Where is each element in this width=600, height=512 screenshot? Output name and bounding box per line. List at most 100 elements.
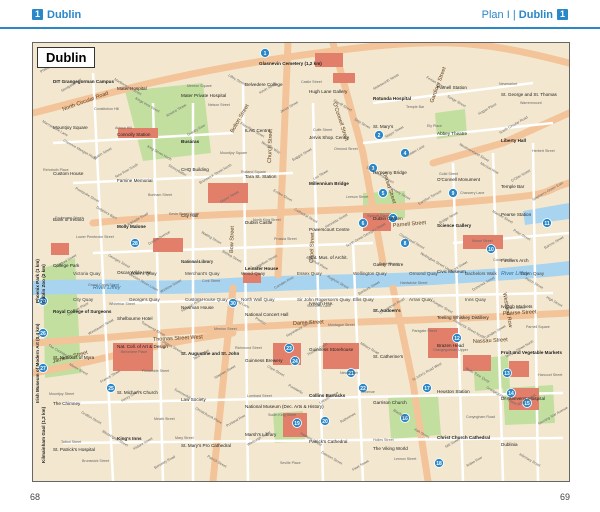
main-road-label: Bow Street bbox=[229, 226, 236, 254]
street-label: Kevin Street Upper bbox=[169, 212, 200, 216]
poi-marker-19[interactable]: 19St. Patrick's Cathedral bbox=[292, 418, 302, 428]
street-label: Ardee Street bbox=[505, 306, 525, 310]
quay-label: Essex Quay bbox=[297, 271, 322, 276]
quay-label: Ellis Quay bbox=[353, 297, 374, 302]
poi-number: 9 bbox=[452, 191, 455, 197]
poi-marker-11[interactable]: 11EPIC bbox=[542, 218, 552, 228]
place-label: The Chimney bbox=[53, 401, 81, 406]
street-label: Merrion Street bbox=[214, 327, 237, 331]
poi-number: 6 bbox=[362, 221, 365, 227]
street-label: Seville Place bbox=[280, 461, 301, 465]
poi-number: 28 bbox=[132, 241, 138, 247]
street-label: Bride Street bbox=[379, 262, 398, 266]
street-label: Steevens Lane bbox=[307, 304, 331, 308]
street-label: Grand Canal Street bbox=[88, 283, 119, 287]
street-label: Chancery Lane bbox=[460, 191, 484, 195]
quay-label: City Quay bbox=[73, 297, 94, 302]
poi-number: 1 bbox=[264, 51, 267, 57]
poi-marker-1[interactable]: 1Glasnevin Cemetery (1,2 km) bbox=[260, 48, 270, 58]
place-label: DIT Grangegorman Campus bbox=[53, 79, 114, 84]
quay-label: Eden Quay bbox=[521, 271, 545, 276]
quay-label: Wellington Quay bbox=[353, 271, 387, 276]
poi-marker-6[interactable]: 6Moore Street Market bbox=[358, 218, 368, 228]
plan-number-badge: 1 bbox=[557, 9, 568, 20]
street-label: North King Street bbox=[253, 218, 281, 222]
street-label: Rehoboth Place bbox=[43, 168, 69, 172]
edge-label: Irish Museum of Modern Art (0,4 km) bbox=[35, 323, 40, 403]
street-label: Lower Pembroke Street bbox=[76, 235, 114, 239]
quay-label: Arran Quay bbox=[409, 297, 433, 302]
edge-label: Phoenix Park (1 km) bbox=[35, 259, 40, 303]
place-label: St. Augustine and St. John bbox=[181, 351, 239, 356]
street-label: Exchequer Street bbox=[55, 216, 83, 220]
place-label: Leinster House bbox=[245, 266, 279, 271]
quay-label: North Wall Quay bbox=[241, 297, 275, 302]
poi-marker-20[interactable]: 20Marsh's Library bbox=[320, 416, 330, 426]
header-left: 1 Dublin bbox=[32, 9, 81, 21]
place-label: Jervis Shop. Centre bbox=[309, 135, 350, 140]
street-label: Harcourt Street bbox=[538, 373, 562, 377]
place-label: Temple Bar bbox=[501, 184, 525, 189]
place-label: Garrison Church bbox=[373, 400, 407, 405]
street-label: Holles Street bbox=[373, 438, 394, 442]
street-label: Cook Street bbox=[493, 258, 512, 262]
street-label: Merrion Square bbox=[187, 84, 212, 88]
place-label: Christ Church Cathedral bbox=[437, 435, 490, 440]
street-label: Ormond Street bbox=[334, 147, 358, 151]
street-label: New Street bbox=[340, 371, 358, 375]
place-label: Royal College of Surgeons bbox=[53, 309, 112, 314]
place-label: Powerscourt Centre bbox=[309, 227, 350, 232]
poi-number: 23 bbox=[286, 346, 292, 352]
place-label: O'Connell Monument bbox=[437, 177, 481, 182]
street-label: Richmond Street bbox=[235, 346, 262, 350]
street-label: Synnott Place bbox=[367, 214, 389, 218]
street-label: Guild Street bbox=[439, 172, 458, 176]
street-label: Charlemont Street bbox=[181, 260, 210, 264]
street-label: Conyngham Road bbox=[466, 415, 495, 419]
poi-marker-12[interactable]: 12Trinity College bbox=[452, 333, 462, 343]
street-label: Montague Street bbox=[328, 323, 355, 327]
place-label: Teeling Whiskey Distillery bbox=[437, 315, 490, 320]
section-title: Dublin bbox=[47, 9, 82, 21]
place-label: CHQ Building bbox=[181, 167, 209, 172]
street-label: Arbour Hill bbox=[115, 126, 132, 130]
poi-marker-2[interactable]: 2Dublin Writers Museum bbox=[374, 130, 384, 140]
poi-number: 17 bbox=[424, 386, 430, 392]
street-label: Fishamble Street bbox=[142, 369, 169, 373]
poi-marker-17[interactable]: 17Little Museum of Dublin bbox=[422, 383, 432, 393]
place-label: Nat. Coll. of Art & Design bbox=[117, 344, 168, 349]
poi-marker-28[interactable]: 28Collins Barracks bbox=[130, 238, 140, 248]
poi-marker-24[interactable]: 24Dublinia bbox=[290, 356, 300, 366]
city-map[interactable]: 1Glasnevin Cemetery (1,2 km)2Dublin Writ… bbox=[32, 42, 570, 482]
edge-label: Kilmainham Gaol (1,2 km) bbox=[41, 406, 46, 463]
place-label: National Museum (Dec. Arts & History) bbox=[245, 404, 324, 409]
place-label: Belvedere College bbox=[245, 82, 283, 87]
poi-number: 12 bbox=[454, 336, 460, 342]
quay-label: Inns Quay bbox=[465, 297, 487, 302]
poi-marker-9[interactable]: 9St. Mary's Pro Cathedral bbox=[448, 188, 458, 198]
poi-marker-13[interactable]: 13National Museum bbox=[502, 368, 512, 378]
poi-marker-5[interactable]: 5Gate Theatre bbox=[378, 188, 388, 198]
poi-number: 8 bbox=[404, 241, 407, 247]
place-label: Hugh Lane Gallery bbox=[309, 89, 348, 94]
poi-number: 25 bbox=[108, 386, 114, 392]
quay-label: Merchant's Quay bbox=[185, 271, 220, 276]
place-label: Liberty Hall bbox=[501, 138, 526, 143]
place-label: Heuston Station bbox=[437, 389, 470, 394]
quay-label: Victoria Quay bbox=[73, 271, 101, 276]
poi-marker-25[interactable]: 25Guinness Storehouse bbox=[106, 383, 116, 393]
street-label: Mountjoy Square bbox=[220, 151, 247, 155]
street-label: Ely Place bbox=[427, 124, 442, 128]
section-number-badge: 1 bbox=[32, 9, 43, 20]
edge-label: Glasnevin Cemetery (1,2 km) bbox=[259, 61, 322, 66]
place-label: Connolly Station bbox=[117, 132, 151, 137]
place-label: Mater Private Hospital bbox=[181, 93, 226, 98]
street-label: South King Street bbox=[268, 413, 296, 417]
poi-marker-18[interactable]: 18Iveagh Gardens bbox=[434, 458, 444, 468]
map-canvas[interactable]: 1Glasnevin Cemetery (1,2 km)2Dublin Writ… bbox=[33, 43, 569, 481]
poi-marker-10[interactable]: 10Custom House Visitor Centre bbox=[486, 244, 496, 254]
poi-marker-23[interactable]: 23Christ Church Cathedral bbox=[284, 343, 294, 353]
street-label: Belvedere Place bbox=[121, 350, 147, 354]
header-rule bbox=[0, 27, 600, 29]
map-title: Dublin bbox=[37, 47, 96, 68]
